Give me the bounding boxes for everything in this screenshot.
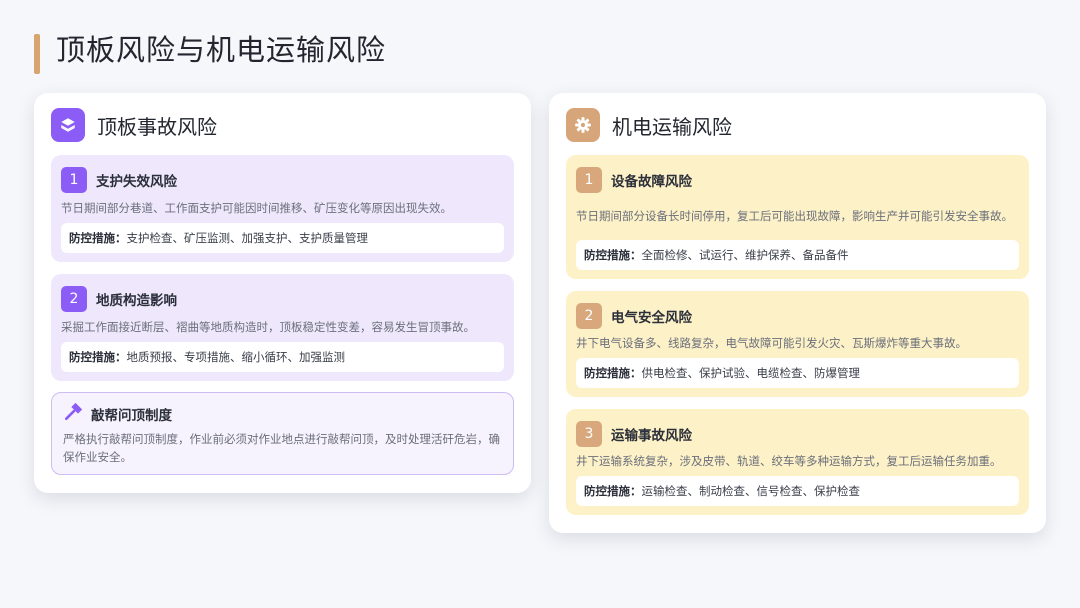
card-number: 1 (61, 167, 87, 193)
card-description: 节日期间部分巷道、工作面支护可能因时间推移、矿压变化等原因出现失效。 (61, 201, 452, 215)
electromechanical-risk-panel: 机电运输风险 1 设备故障风险 节日期间部分设备长时间停用，复工后可能出现故障，… (549, 93, 1046, 533)
card-header: 2 电气安全风险 (576, 303, 692, 329)
card-description: 节日期间部分设备长时间停用，复工后可能出现故障，影响生产并可能引发安全事故。 (576, 209, 1013, 223)
card-header: 3 运输事故风险 (576, 421, 692, 447)
measure-box: 防控措施： 供电检查、保护试验、电缆检查、防爆管理 (576, 358, 1019, 388)
card-title: 设备故障风险 (611, 174, 692, 190)
measure-text: 供电检查、保护试验、电缆检查、防爆管理 (641, 366, 861, 380)
measure-text: 地质预报、专项措施、缩小循环、加强监测 (126, 350, 346, 364)
panel-header: 机电运输风险 (566, 108, 732, 142)
measure-box: 防控措施： 运输检查、制动检查、信号检查、保护检查 (576, 476, 1019, 506)
risk-card: 2 地质构造影响 采掘工作面接近断层、褶曲等地质构造时，顶板稳定性变差，容易发生… (51, 274, 514, 381)
risk-card: 1 支护失效风险 节日期间部分巷道、工作面支护可能因时间推移、矿压变化等原因出现… (51, 155, 514, 262)
card-header: 1 设备故障风险 (576, 167, 692, 193)
card-header: 1 支护失效风险 (61, 167, 177, 193)
measure-text: 全面检修、试运行、维护保养、备品备件 (641, 248, 849, 262)
gear-icon (566, 108, 600, 142)
panel-title: 顶板事故风险 (97, 114, 217, 139)
risk-card: 1 设备故障风险 节日期间部分设备长时间停用，复工后可能出现故障，影响生产并可能… (566, 155, 1029, 279)
layers-icon (51, 108, 85, 142)
measure-box: 防控措施： 地质预报、专项措施、缩小循环、加强监测 (61, 342, 504, 372)
measure-box: 防控措施： 支护检查、矿压监测、加强支护、支护质量管理 (61, 223, 504, 253)
card-title: 电气安全风险 (611, 310, 692, 326)
title-accent-bar (34, 34, 40, 74)
card-title: 运输事故风险 (611, 428, 692, 444)
card-number: 2 (576, 303, 602, 329)
measure-label: 防控措施： (584, 248, 642, 262)
knock-test-notice: 敲帮问顶制度 严格执行敲帮问顶制度，作业前必须对作业地点进行敲帮问顶，及时处理活… (51, 392, 514, 475)
card-title: 地质构造影响 (96, 293, 177, 309)
measure-text: 运输检查、制动检查、信号检查、保护检查 (641, 484, 861, 498)
measure-label: 防控措施： (69, 350, 127, 364)
card-title: 支护失效风险 (96, 174, 177, 190)
notice-title: 敲帮问顶制度 (91, 408, 172, 424)
card-number: 1 (576, 167, 602, 193)
panel-title: 机电运输风险 (612, 114, 732, 139)
card-description: 井下电气设备多、线路复杂，电气故障可能引发火灾、瓦斯爆炸等重大事故。 (576, 336, 967, 350)
measure-text: 支护检查、矿压监测、加强支护、支护质量管理 (126, 231, 369, 245)
notice-description: 严格执行敲帮问顶制度，作业前必须对作业地点进行敲帮问顶，及时处理活矸危岩，确保作… (63, 432, 500, 464)
card-number: 2 (61, 286, 87, 312)
risk-card: 3 运输事故风险 井下运输系统复杂，涉及皮带、轨道、绞车等多种运输方式，复工后运… (566, 409, 1029, 515)
page-title: 顶板风险与机电运输风险 (56, 33, 387, 67)
hammer-icon (63, 402, 83, 426)
panel-header: 顶板事故风险 (51, 108, 217, 142)
risk-card: 2 电气安全风险 井下电气设备多、线路复杂，电气故障可能引发火灾、瓦斯爆炸等重大… (566, 291, 1029, 397)
roof-risk-panel: 顶板事故风险 1 支护失效风险 节日期间部分巷道、工作面支护可能因时间推移、矿压… (34, 93, 531, 493)
card-description: 采掘工作面接近断层、褶曲等地质构造时，顶板稳定性变差，容易发生冒顶事故。 (61, 320, 475, 334)
notice-header: 敲帮问顶制度 (63, 402, 172, 426)
card-header: 2 地质构造影响 (61, 286, 177, 312)
measure-label: 防控措施： (584, 366, 642, 380)
measure-label: 防控措施： (69, 231, 127, 245)
card-description: 井下运输系统复杂，涉及皮带、轨道、绞车等多种运输方式，复工后运输任务加重。 (576, 454, 1002, 468)
measure-box: 防控措施： 全面检修、试运行、维护保养、备品备件 (576, 240, 1019, 270)
card-number: 3 (576, 421, 602, 447)
measure-label: 防控措施： (584, 484, 642, 498)
